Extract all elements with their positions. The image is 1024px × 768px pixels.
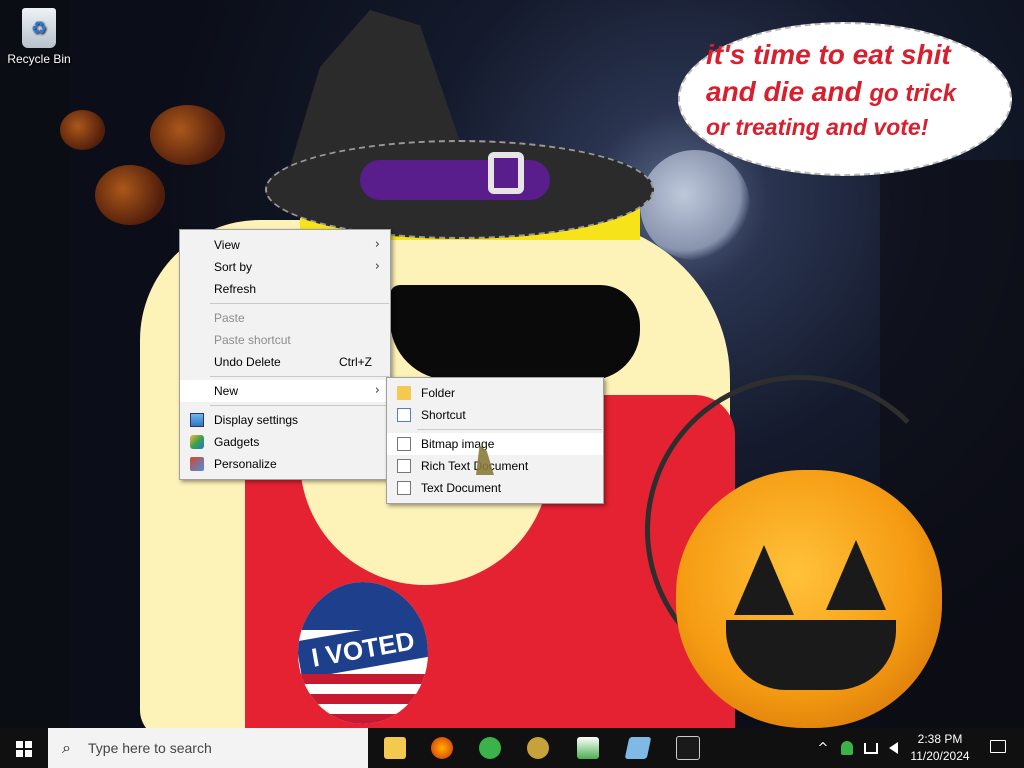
menu-item-shortcut: Ctrl+Z: [339, 355, 372, 369]
submenu-item-folder[interactable]: Folder: [387, 382, 603, 404]
menu-item-label: Folder: [421, 386, 456, 400]
taskbar-app-people[interactable]: [470, 732, 510, 764]
search-icon: ⌕: [62, 738, 71, 757]
menu-item-paste: Paste: [180, 307, 390, 329]
menu-item-display-settings[interactable]: Display settings: [180, 409, 390, 431]
clock-time: 2:38 PM: [917, 732, 963, 746]
menu-item-refresh[interactable]: Refresh: [180, 278, 390, 300]
shortcut-icon: [397, 408, 411, 422]
chevron-up-icon: ^: [817, 740, 829, 756]
background-pumpkin: [95, 165, 165, 225]
menu-item-label: View: [214, 238, 240, 252]
background-pumpkin: [60, 110, 105, 150]
bubble-line-1: it's time to eat shit: [706, 39, 951, 70]
new-submenu: Folder Shortcut Bitmap image Rich Text D…: [386, 377, 604, 504]
desktop-context-menu: View › Sort by › Refresh Paste Paste short…: [179, 229, 391, 480]
rich-text-document-icon: [397, 459, 411, 473]
menu-item-label: Display settings: [214, 413, 299, 427]
menu-item-label: Sort by: [214, 260, 253, 274]
taskbar-clock[interactable]: 2:38 PM 11/20/2024: [900, 731, 980, 765]
menu-item-personalize[interactable]: Personalize: [180, 453, 390, 475]
folder-icon: [397, 386, 411, 400]
taskbar-app-pirate-game[interactable]: [518, 732, 558, 764]
menu-item-undo-delete[interactable]: Undo Delete Ctrl+Z: [180, 351, 390, 373]
menu-item-new[interactable]: New ›: [180, 380, 390, 402]
taskbar-app-firefox[interactable]: [422, 732, 462, 764]
menu-item-label: Paste: [214, 311, 245, 325]
menu-separator: [417, 429, 602, 430]
submenu-item-bitmap-image[interactable]: Bitmap image: [387, 433, 603, 455]
background-pumpkin: [150, 105, 225, 165]
menu-item-label: Personalize: [214, 457, 277, 471]
bitmap-image-icon: [397, 437, 411, 451]
menu-item-view[interactable]: View ›: [180, 234, 390, 256]
menu-separator: [210, 303, 389, 304]
firefox-icon: [431, 737, 453, 759]
display-settings-icon: [190, 413, 204, 427]
tray-people-icon[interactable]: [836, 728, 858, 768]
menu-item-label: New: [214, 384, 239, 398]
menu-item-label: Paste shortcut: [214, 333, 291, 347]
i-voted-badge: I VOTED: [298, 582, 428, 724]
taskbar-app-command-prompt[interactable]: [668, 732, 708, 764]
menu-separator: [210, 405, 389, 406]
people-chat-icon: [479, 737, 501, 759]
bubble-line-2-small: go trick: [869, 80, 957, 107]
jack-mouth: [726, 620, 896, 690]
taskbar-app-chart-tool[interactable]: [568, 732, 608, 764]
bubble-line-2: and die and go trick: [706, 76, 956, 107]
windows-logo-icon: [16, 741, 32, 757]
bubble-line-3: or treating and vote!: [706, 114, 929, 140]
moon: [640, 150, 750, 260]
menu-item-label: Gadgets: [214, 435, 260, 449]
file-explorer-icon: [384, 737, 406, 759]
menu-item-sort-by[interactable]: Sort by ›: [180, 256, 390, 278]
bubble-line-2-big: and die and: [706, 76, 862, 107]
text-document-icon: [397, 481, 411, 495]
notepad-icon: [624, 737, 652, 759]
submenu-item-rich-text-document[interactable]: Rich Text Document: [387, 455, 603, 477]
taskbar-search-box[interactable]: ⌕ Type here to search: [48, 728, 368, 768]
character-sunglasses: [390, 285, 640, 380]
recycle-bin-icon: [22, 8, 56, 48]
jack-eye: [734, 545, 794, 615]
gadgets-icon: [190, 435, 204, 449]
hat-buckle: [488, 152, 524, 194]
menu-item-label: Undo Delete: [214, 355, 281, 369]
chevron-right-icon: ›: [374, 237, 380, 252]
chevron-right-icon: ›: [374, 383, 380, 398]
action-center-button[interactable]: [980, 728, 1016, 768]
show-hidden-icons-button[interactable]: ^: [812, 728, 834, 768]
menu-item-label: Shortcut: [421, 408, 466, 422]
menu-separator: [210, 376, 389, 377]
clock-date: 11/20/2024: [910, 749, 970, 763]
chevron-right-icon: ›: [374, 259, 380, 274]
jack-eye: [826, 540, 886, 610]
submenu-item-text-document[interactable]: Text Document: [387, 477, 603, 499]
desktop-wallpaper[interactable]: I VOTED it's time to eat shit and die an…: [0, 0, 1024, 728]
taskbar-app-notepad[interactable]: [618, 732, 658, 764]
menu-item-gadgets[interactable]: Gadgets: [180, 431, 390, 453]
tree-silhouette: [0, 0, 70, 728]
taskbar-app-file-explorer[interactable]: [375, 732, 415, 764]
menu-item-label: Text Document: [421, 481, 502, 495]
start-button[interactable]: [0, 728, 48, 768]
menu-item-paste-shortcut: Paste shortcut: [180, 329, 390, 351]
chart-tool-icon: [577, 737, 599, 759]
search-placeholder: Type here to search: [88, 740, 212, 756]
personalize-icon: [190, 457, 204, 471]
jack-o-lantern: [676, 470, 942, 728]
pirate-game-icon: [527, 737, 549, 759]
taskbar: ⌕ Type here to search ^ 2:38 PM 11/20/20…: [0, 728, 1024, 768]
desktop-icon-recycle-bin[interactable]: Recycle Bin: [4, 4, 74, 66]
menu-item-label: Refresh: [214, 282, 257, 296]
notification-icon: [990, 740, 1006, 753]
network-icon[interactable]: [860, 728, 882, 768]
menu-item-label: Rich Text Document: [421, 459, 529, 473]
speech-bubble-text: it's time to eat shit and die and go tri…: [706, 36, 996, 142]
submenu-item-shortcut[interactable]: Shortcut: [387, 404, 603, 426]
command-prompt-icon: [676, 736, 700, 760]
desktop-icon-label: Recycle Bin: [7, 52, 71, 66]
